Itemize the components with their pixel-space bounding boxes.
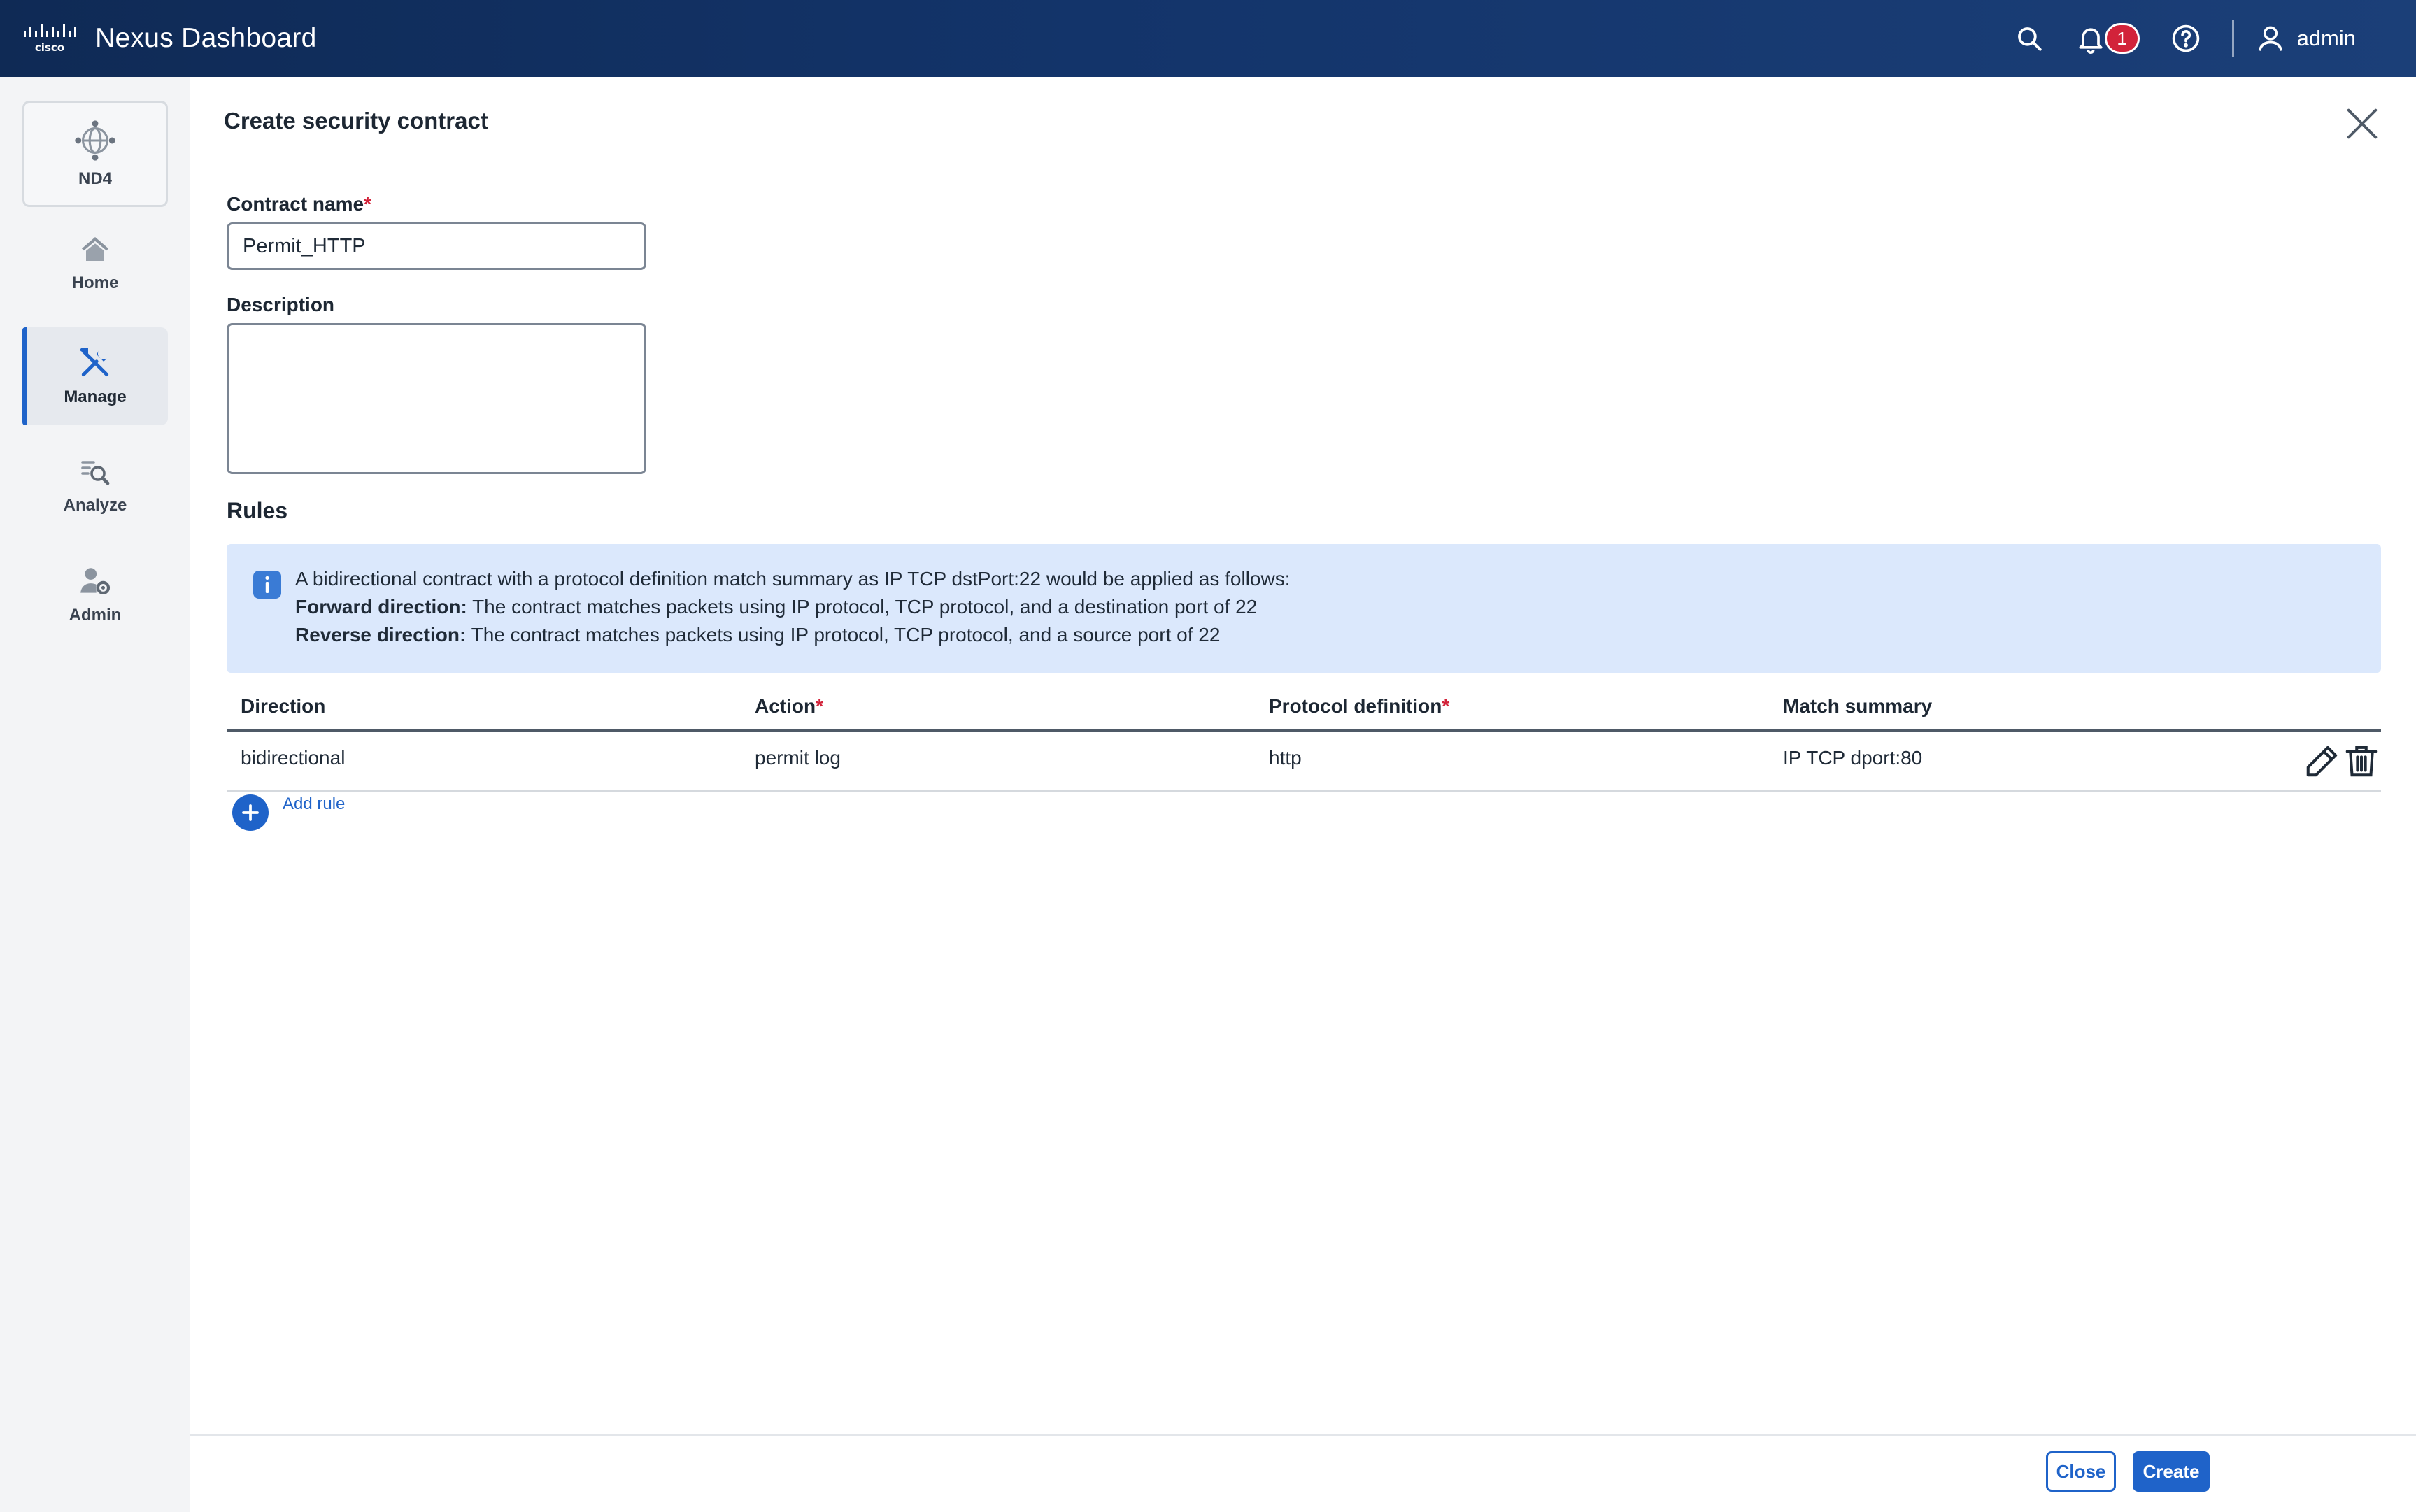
admin-gear-user-icon [80, 568, 111, 594]
sidebar-item-home[interactable]: Home [22, 214, 168, 312]
notification-badge: 1 [2104, 23, 2140, 54]
help-icon[interactable] [2169, 22, 2203, 55]
required-mark: * [1442, 695, 1450, 717]
add-rule-button[interactable]: Add rule [232, 794, 345, 831]
header-divider [2231, 20, 2234, 57]
row-actions [2303, 741, 2381, 780]
svg-text:cisco: cisco [35, 41, 64, 54]
column-header-protocol[interactable]: Protocol definition* [1269, 695, 1449, 718]
contract-name-label: Contract name* [227, 193, 371, 215]
page-title: Create security contract [224, 108, 488, 134]
notifications[interactable]: 1 [2074, 22, 2140, 55]
top-actions: 1 admin [2012, 0, 2416, 77]
cell-protocol: http [1269, 747, 1302, 769]
create-button[interactable]: Create [2133, 1451, 2210, 1492]
add-rule-label: Add rule [283, 794, 346, 813]
column-header-action-text: Action [755, 695, 816, 717]
sidebar-item-manage[interactable]: Manage [22, 327, 168, 425]
contract-name-input[interactable] [227, 222, 646, 270]
column-header-direction[interactable]: Direction [241, 695, 325, 718]
cell-direction: bidirectional [241, 747, 346, 769]
search-icon[interactable] [2012, 22, 2046, 55]
info-line-reverse: Reverse direction: The contract matches … [295, 621, 1291, 649]
close-button[interactable]: Close [2046, 1451, 2116, 1492]
cell-action: permit log [755, 747, 841, 769]
nd4-globe-icon [75, 120, 115, 161]
sidebar-item-label: Home [71, 273, 119, 292]
analyze-icon [81, 461, 110, 485]
table-header: Direction Action* Protocol definition* M… [227, 690, 2381, 732]
sidebar-item-label: Analyze [63, 496, 127, 515]
user-menu[interactable]: admin [2255, 23, 2356, 54]
close-icon[interactable] [2342, 104, 2382, 144]
description-label: Description [227, 294, 335, 315]
top-bar: cisco Nexus Dashboard 1 admin [0, 0, 2416, 77]
column-header-match-summary[interactable]: Match summary [1783, 695, 1932, 718]
forward-text: The contract matches packets using IP pr… [467, 596, 1258, 618]
main-panel: Create security contract Contract name* … [190, 77, 2416, 1512]
tools-icon [80, 348, 109, 377]
sidebar-item-analyze[interactable]: Analyze [22, 436, 168, 534]
reverse-label: Reverse direction: [295, 624, 467, 646]
info-icon [253, 571, 281, 599]
info-line-forward: Forward direction: The contract matches … [295, 593, 1291, 621]
sidebar-item-admin[interactable]: Admin [22, 545, 168, 643]
table-row[interactable]: bidirectional permit log http IP TCP dpo… [227, 732, 2381, 792]
home-icon [82, 237, 108, 261]
cell-match-summary: IP TCP dport:80 [1783, 747, 1923, 769]
rules-heading: Rules [227, 498, 288, 523]
required-mark: * [816, 695, 824, 717]
contract-name-label-text: Contract name [227, 193, 364, 215]
info-banner: A bidirectional contract with a protocol… [227, 544, 2381, 673]
forward-label: Forward direction: [295, 596, 467, 618]
bell-icon[interactable] [2074, 22, 2108, 55]
user-icon [2258, 26, 2282, 51]
delete-trash-icon[interactable] [2342, 741, 2381, 780]
rules-table: Direction Action* Protocol definition* M… [227, 690, 2381, 792]
user-name: admin [2296, 26, 2356, 50]
column-header-action[interactable]: Action* [755, 695, 823, 718]
sidebar: ND4 Home Manage Analyze Admin [0, 77, 190, 1512]
description-textarea[interactable] [227, 323, 646, 474]
sidebar-item-label: Manage [64, 387, 127, 406]
required-mark: * [364, 193, 371, 215]
cisco-logo: cisco [24, 24, 76, 54]
app-title: Nexus Dashboard [95, 23, 317, 53]
sidebar-item-nd4[interactable]: ND4 [22, 101, 168, 207]
info-line-1: A bidirectional contract with a protocol… [295, 568, 1291, 590]
info-text: A bidirectional contract with a protocol… [295, 565, 1291, 649]
plus-icon [232, 794, 269, 831]
sidebar-item-label: ND4 [78, 169, 112, 188]
column-header-protocol-text: Protocol definition [1269, 695, 1442, 717]
reverse-text: The contract matches packets using IP pr… [466, 624, 1221, 646]
edit-pencil-icon[interactable] [2303, 741, 2342, 780]
sidebar-item-label: Admin [69, 606, 122, 625]
brand[interactable]: cisco Nexus Dashboard [22, 23, 317, 54]
